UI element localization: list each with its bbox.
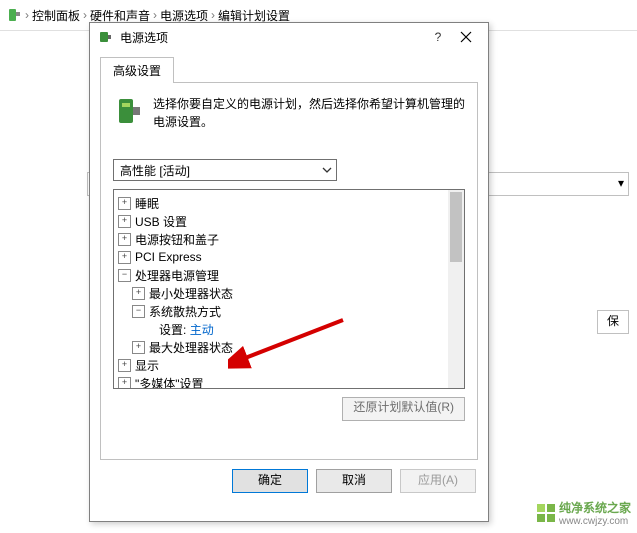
tree-scrollbar[interactable] [448,190,464,388]
cancel-button[interactable]: 取消 [316,469,392,493]
battery-large-icon [113,95,145,127]
tab-pane-advanced: 选择你要自定义的电源计划，然后选择你希望计算机管理的电源设置。 高性能 [活动]… [100,82,478,460]
expand-icon[interactable]: + [118,251,131,264]
tree-leaf-cooling-setting[interactable]: 设置: 主动 [118,320,460,338]
tree-node-sleep[interactable]: +睡眠 [118,194,460,212]
chevron-right-icon: › [83,8,87,22]
power-plan-icon [6,7,22,23]
plan-selected-label: 高性能 [活动] [120,162,190,179]
chevron-right-icon: › [25,8,29,22]
cooling-setting-value[interactable]: 主动 [190,323,214,337]
expand-icon[interactable]: + [132,341,145,354]
tree-node-usb[interactable]: +USB 设置 [118,212,460,230]
close-button[interactable] [452,26,480,48]
chevron-down-icon [322,165,332,175]
apply-button: 应用(A) [400,469,476,493]
expand-icon[interactable]: + [118,359,131,372]
expand-icon[interactable]: + [118,233,131,246]
expand-icon[interactable]: + [118,197,131,210]
description-text: 选择你要自定义的电源计划，然后选择你希望计算机管理的电源设置。 [153,95,465,131]
collapse-icon[interactable]: − [118,269,131,282]
tree-node-display[interactable]: +显示 [118,356,460,374]
close-icon [460,31,472,43]
expand-icon[interactable]: + [132,287,145,300]
ok-button[interactable]: 确定 [232,469,308,493]
chevron-right-icon: › [153,8,157,22]
tree-node-power-buttons[interactable]: +电源按钮和盖子 [118,230,460,248]
tab-advanced[interactable]: 高级设置 [100,57,174,83]
expand-icon[interactable]: + [118,377,131,390]
collapse-icon[interactable]: − [132,305,145,318]
settings-tree: +睡眠 +USB 设置 +电源按钮和盖子 +PCI Express −处理器电源… [113,189,465,389]
chevron-right-icon: › [211,8,215,22]
scrollbar-thumb[interactable] [450,192,462,262]
breadcrumb-item[interactable]: 编辑计划设置 [218,7,290,24]
tree-node-cooling[interactable]: −系统散热方式 [118,302,460,320]
battery-icon [98,29,114,45]
breadcrumb-item[interactable]: 硬件和声音 [90,7,150,24]
tree-node-cpu-mgmt[interactable]: −处理器电源管理 [118,266,460,284]
watermark-name: 纯净系统之家 [559,501,631,515]
watermark-url: www.cwjzy.com [559,516,631,527]
tree-node-multimedia[interactable]: +"多媒体"设置 [118,374,460,389]
watermark-logo-icon [537,504,555,522]
tree-node-min-state[interactable]: +最小处理器状态 [118,284,460,302]
title-bar: 电源选项 ? [90,23,488,51]
breadcrumb-item[interactable]: 控制面板 [32,7,80,24]
expand-icon[interactable]: + [118,215,131,228]
dialog-title: 电源选项 [120,29,424,46]
watermark: 纯净系统之家 www.cwjzy.com [537,499,631,527]
restore-defaults-button[interactable]: 还原计划默认值(R) [342,397,465,421]
dialog-button-row: 确定 取消 应用(A) [90,461,488,501]
power-options-dialog: 电源选项 ? 高级设置 选择你要自定义的电源计划，然后选择你希望计算机管理的电源… [89,22,489,522]
tree-node-max-state[interactable]: +最大处理器状态 [118,338,460,356]
tab-strip: 高级设置 [90,51,488,83]
tree-node-pci[interactable]: +PCI Express [118,248,460,266]
background-save-button[interactable]: 保 [597,310,629,334]
breadcrumb-item[interactable]: 电源选项 [160,7,208,24]
help-button[interactable]: ? [424,26,452,48]
plan-select[interactable]: 高性能 [活动] [113,159,337,181]
